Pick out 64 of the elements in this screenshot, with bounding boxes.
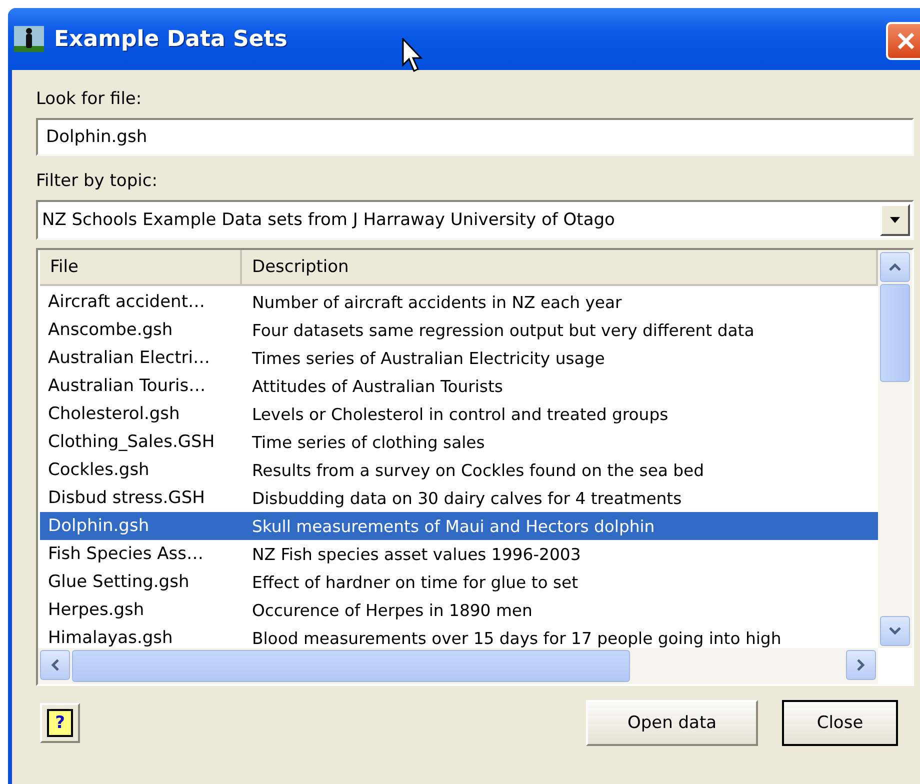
file-name: Glue Setting.gsh [47, 572, 190, 592]
dropdown-arrow-icon [889, 216, 901, 224]
file-name: Dolphin.gsh [47, 516, 150, 536]
file-description: Times series of Australian Electricity usage [251, 348, 605, 368]
file-name: Clothing_Sales.GSH [47, 432, 216, 452]
file-row[interactable]: Cholesterol.gsh Levels or Cholesterol in control and treated groups [40, 400, 878, 428]
file-name: Cholesterol.gsh [47, 404, 181, 424]
file-row[interactable]: Australian Touris… Attitudes of Australian Tourists [40, 372, 878, 400]
scroll-thumb[interactable] [72, 650, 630, 682]
close-icon [895, 30, 917, 52]
file-description: Levels or Cholesterol in control and treated groups [251, 404, 668, 424]
file-row[interactable]: Cockles.gsh Results from a survey on Cockles found on the sea bed [40, 456, 878, 484]
file-row[interactable]: Fish Species Ass… NZ Fish species asset values 1996-2003 [40, 540, 878, 568]
field-label: Look for file: [36, 88, 143, 111]
down-chevron-icon [888, 626, 902, 636]
file-description: Occurence of Herpes in 1890 men [251, 600, 532, 620]
file-name: Cockles.gsh [47, 460, 150, 480]
file-row[interactable]: Anscombe.gsh Four datasets same regression output but very different data [40, 316, 878, 344]
file-row[interactable]: Glue Setting.gsh Effect of hardner on time for glue to set [40, 568, 878, 596]
file-row[interactable]: Australian Electri… Times series of Australian Electricity usage [40, 344, 878, 372]
close-button[interactable] [886, 22, 920, 60]
up-chevron-icon [888, 262, 902, 272]
right-chevron-icon [856, 658, 866, 672]
left-chevron-icon [50, 658, 60, 672]
file-row[interactable]: Aircraft accident… Number of aircraft accidents in NZ each year [40, 288, 878, 316]
file-name: Fish Species Ass… [47, 544, 204, 564]
file-name: Australian Electri… [47, 348, 212, 368]
file-name: Anscombe.gsh [47, 320, 174, 340]
topic-dropdown[interactable]: NZ Schools Example Data sets from J Harraway University of Otago [36, 200, 914, 240]
close-button[interactable]: Close [782, 700, 898, 746]
scroll-left-button[interactable] [40, 650, 70, 680]
file-description: Results from a survey on Cockles found on the sea bed [251, 460, 704, 480]
file-description: Blood measurements over 15 days for 17 people going into high [251, 628, 782, 648]
file-description: Four datasets same regression output but very different data [251, 320, 754, 340]
horizontal-scrollbar[interactable] [38, 648, 878, 684]
scroll-up-button[interactable] [880, 252, 910, 282]
scroll-thumb[interactable] [880, 284, 910, 382]
file-description: Time series of clothing sales [251, 432, 485, 452]
file-name-field[interactable]: Dolphin.gsh [36, 118, 914, 156]
file-description: Number of aircraft accidents in NZ each year [251, 292, 622, 312]
file-row[interactable]: Herpes.gsh Occurence of Herpes in 1890 men [40, 596, 878, 624]
file-description: Skull measurements of Maui and Hectors dolphin [251, 516, 655, 536]
vertical-scrollbar[interactable] [878, 250, 912, 648]
file-row[interactable]: Dolphin.gsh Skull measurements of Maui and Hectors dolphin [40, 512, 878, 540]
field-label: Filter by topic: [36, 170, 158, 193]
file-name: Disbud stress.GSH [47, 488, 206, 508]
figure-icon [14, 26, 44, 52]
file-name: Australian Touris… [47, 376, 207, 396]
file-name: Herpes.gsh [47, 600, 146, 620]
file-description: Attitudes of Australian Tourists [251, 376, 503, 396]
file-description: NZ Fish species asset values 1996-2003 [251, 544, 581, 564]
file-name: Aircraft accident… [47, 292, 206, 312]
file-description: Disbudding data on 30 dairy calves for 4 treatments [251, 488, 682, 508]
file-name: Himalayas.gsh [47, 628, 174, 648]
scroll-down-button[interactable] [880, 616, 910, 646]
file-description: Effect of hardner on time for glue to set [251, 572, 578, 592]
file-row[interactable]: Disbud stress.GSH Disbudding data on 30 dairy calves for 4 treatments [40, 484, 878, 512]
file-row[interactable]: Clothing_Sales.GSH Time series of clothing sales [40, 428, 878, 456]
scroll-right-button[interactable] [846, 650, 876, 680]
open-data-button[interactable]: Open data [586, 700, 758, 746]
file-row[interactable]: Himalayas.gsh Blood measurements over 15 days for 17 people going into high [40, 624, 878, 648]
window-title: Example Data Sets [54, 26, 288, 52]
column-header[interactable]: File [40, 250, 242, 284]
help-button[interactable]: ? [40, 703, 80, 743]
